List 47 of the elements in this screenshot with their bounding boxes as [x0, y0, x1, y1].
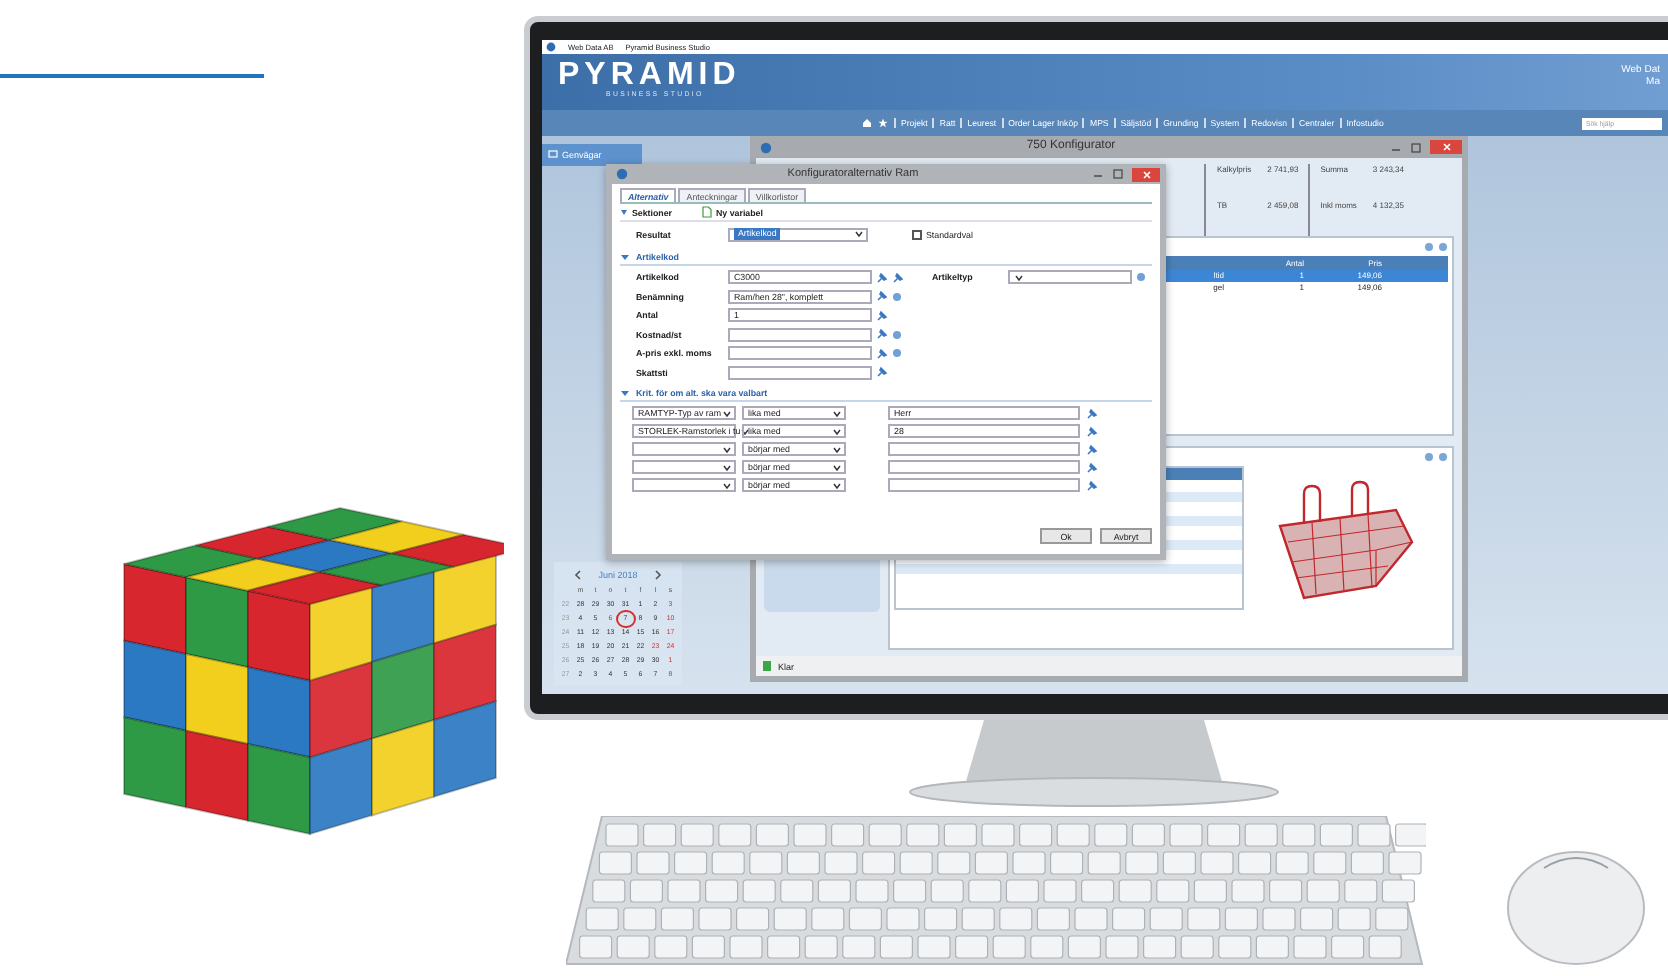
close-button[interactable] [1132, 167, 1160, 181]
pin-icon[interactable] [1086, 479, 1098, 491]
pin-icon[interactable] [1086, 407, 1098, 419]
app-icon [546, 42, 556, 52]
dropdown[interactable] [632, 460, 736, 474]
close-icon [1141, 169, 1151, 179]
maximize-icon[interactable] [1112, 168, 1124, 180]
input-field[interactable] [888, 478, 1080, 492]
close-button[interactable] [1430, 140, 1462, 154]
status-icon [762, 660, 772, 672]
star-icon[interactable] [878, 118, 888, 128]
checkbox[interactable] [912, 229, 922, 239]
pin-icon[interactable] [876, 309, 888, 322]
dropdown[interactable] [632, 442, 736, 456]
close-icon [1441, 142, 1451, 152]
dropdown[interactable] [1008, 270, 1132, 285]
app-icon [616, 168, 628, 180]
triangle-icon [620, 208, 628, 216]
pin-icon[interactable] [1086, 443, 1098, 455]
input-field[interactable] [728, 346, 872, 361]
app-icon [760, 141, 772, 153]
input-field[interactable] [728, 365, 872, 380]
new-document-icon [702, 206, 713, 218]
input-field[interactable] [728, 327, 872, 342]
chevron-right-icon[interactable] [653, 570, 662, 580]
pin-icon[interactable] [876, 347, 888, 360]
chevron-left-icon[interactable] [574, 570, 583, 580]
home-icon[interactable] [862, 118, 872, 128]
pin-icon[interactable] [892, 271, 904, 284]
dropdown[interactable] [632, 478, 736, 492]
pin-icon[interactable] [1086, 461, 1098, 473]
logo: PYRAMID [558, 60, 741, 90]
triangle-icon[interactable] [620, 387, 630, 397]
triangle-icon[interactable] [620, 251, 630, 261]
pin-icon[interactable] [876, 366, 888, 379]
basket-drawing [1278, 480, 1414, 600]
maximize-icon[interactable] [1410, 141, 1422, 153]
caret-icon [1014, 273, 1024, 282]
input-field[interactable] [888, 442, 1080, 456]
pin-icon[interactable] [1086, 425, 1098, 437]
pin-icon[interactable] [876, 328, 888, 341]
mouse-drawing [1507, 851, 1645, 965]
input-field[interactable] [888, 460, 1080, 474]
pin-icon[interactable] [876, 290, 888, 303]
caret-icon [854, 230, 864, 238]
pin-icon[interactable] [876, 271, 888, 284]
monitor-icon [548, 150, 558, 160]
